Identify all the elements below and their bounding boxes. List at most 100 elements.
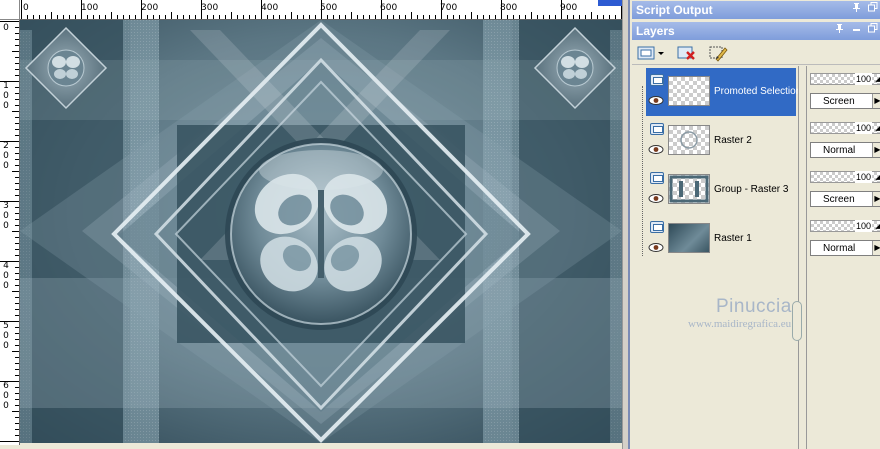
opacity-slider[interactable]: 100 ◢	[810, 73, 880, 85]
opacity-slider[interactable]: 100 ◢	[810, 122, 880, 134]
blend-mode-select[interactable]: Screen ▶	[810, 93, 880, 109]
ruler-tick	[15, 255, 19, 256]
ruler-tick	[363, 15, 364, 19]
layer-row[interactable]: Raster 2	[646, 117, 796, 165]
palettes-panel: Script Output Layers Promoted Selection …	[628, 0, 880, 449]
layer-thumbnail	[668, 76, 710, 106]
layer-row[interactable]: Promoted Selection	[646, 68, 801, 116]
restore-icon[interactable]	[868, 1, 878, 19]
minimize-icon[interactable]	[851, 22, 861, 40]
ruler-tick	[15, 135, 19, 136]
ruler-tick	[27, 15, 28, 19]
delete-layer-icon[interactable]	[676, 44, 698, 62]
ruler-label: 400	[261, 3, 279, 13]
opacity-slider[interactable]: 100 ◢	[810, 220, 880, 232]
ruler-tick	[0, 81, 19, 82]
ruler-tick	[471, 12, 472, 19]
ruler-tick	[39, 15, 40, 19]
ruler-tick	[15, 339, 19, 340]
pin-icon[interactable]	[851, 1, 861, 19]
ruler-label: 0	[3, 101, 9, 111]
pin-icon[interactable]	[834, 22, 844, 40]
ruler-tick	[129, 15, 130, 19]
eye-icon[interactable]	[648, 145, 664, 154]
ruler-tick	[15, 327, 19, 328]
blend-mode-select[interactable]: Normal ▶	[810, 240, 880, 256]
ruler-tick	[15, 189, 19, 190]
ruler-tick	[327, 15, 328, 19]
layer-props: 100 ◢ Screen ▶	[807, 68, 880, 116]
edit-layer-icon[interactable]	[708, 44, 730, 62]
ruler-tick	[567, 15, 568, 19]
ruler-tick	[15, 399, 19, 400]
ruler-tick	[237, 15, 238, 19]
layer-thumbnail	[668, 125, 710, 155]
watermark-name: Pinuccia	[716, 296, 792, 317]
chevron-right-icon[interactable]: ▶	[872, 241, 880, 255]
image-canvas[interactable]	[20, 20, 622, 443]
ruler-tick	[15, 93, 19, 94]
blend-mode-value: Screen	[823, 96, 855, 107]
ruler-tick	[15, 147, 19, 148]
ruler-tick	[123, 15, 124, 19]
chevron-right-icon[interactable]: ◢	[874, 123, 880, 133]
ruler-label: 0	[3, 331, 9, 341]
restore-icon[interactable]	[868, 22, 878, 40]
ruler-tick	[0, 381, 19, 382]
ruler-tick	[477, 15, 478, 19]
ruler-tick	[405, 15, 406, 19]
ruler-tick	[15, 303, 19, 304]
layer-row[interactable]: Group - Raster 3	[646, 166, 796, 214]
blend-mode-select[interactable]: Screen ▶	[810, 191, 880, 207]
script-output-titlebar[interactable]: Script Output	[632, 1, 880, 19]
ruler-tick	[12, 111, 19, 112]
ruler-tick	[15, 219, 19, 220]
ruler-tick	[15, 39, 19, 40]
ruler-tick	[309, 15, 310, 19]
chevron-right-icon[interactable]: ▶	[872, 192, 880, 206]
blend-mode-value: Normal	[823, 243, 856, 254]
layer-props: 100 ◢ Normal ▶	[807, 117, 880, 165]
ruler-tick	[207, 15, 208, 19]
ruler-tick	[15, 225, 19, 226]
ruler-tick	[15, 207, 19, 208]
eye-icon[interactable]	[648, 194, 664, 203]
layers-list-scrollbar[interactable]	[798, 66, 804, 449]
ruler-tick	[321, 0, 322, 19]
opacity-value: 100	[854, 171, 872, 183]
ruler-tick	[501, 0, 502, 19]
ruler-tick	[519, 15, 520, 19]
ruler-tick	[15, 357, 19, 358]
ruler-label: 0	[3, 211, 9, 221]
ruler-tick	[117, 15, 118, 19]
opacity-slider[interactable]: 100 ◢	[810, 171, 880, 183]
chevron-right-icon[interactable]: ◢	[874, 172, 880, 182]
ruler-tick	[543, 15, 544, 19]
ruler-tick	[15, 435, 19, 436]
ruler-tick	[12, 51, 19, 52]
new-layer-icon[interactable]	[636, 44, 666, 62]
ruler-tick	[15, 363, 19, 364]
ruler-tick	[423, 15, 424, 19]
chevron-right-icon[interactable]: ◢	[874, 221, 880, 231]
chevron-right-icon[interactable]: ▶	[872, 143, 880, 157]
ruler-tick	[351, 12, 352, 19]
eye-icon[interactable]	[648, 96, 664, 105]
ruler-label: 700	[440, 3, 458, 13]
ruler-tick	[195, 15, 196, 19]
ruler-tick	[591, 12, 592, 19]
layers-titlebar[interactable]: Layers	[632, 22, 880, 40]
ruler-tick	[483, 15, 484, 19]
ruler-tick	[63, 15, 64, 19]
chevron-right-icon[interactable]: ▶	[872, 94, 880, 108]
ruler-tick	[177, 15, 178, 19]
ruler-tick	[495, 15, 496, 19]
chevron-right-icon[interactable]: ◢	[874, 74, 880, 84]
ruler-label: 3	[3, 201, 9, 211]
layer-properties: 100 ◢ Screen ▶ 100 ◢ Normal ▶ 100 ◢ Scre…	[806, 66, 880, 449]
ruler-tick	[273, 15, 274, 19]
blend-mode-select[interactable]: Normal ▶	[810, 142, 880, 158]
layer-row[interactable]: Raster 1	[646, 215, 796, 263]
ruler-tick	[15, 177, 19, 178]
eye-icon[interactable]	[648, 243, 664, 252]
